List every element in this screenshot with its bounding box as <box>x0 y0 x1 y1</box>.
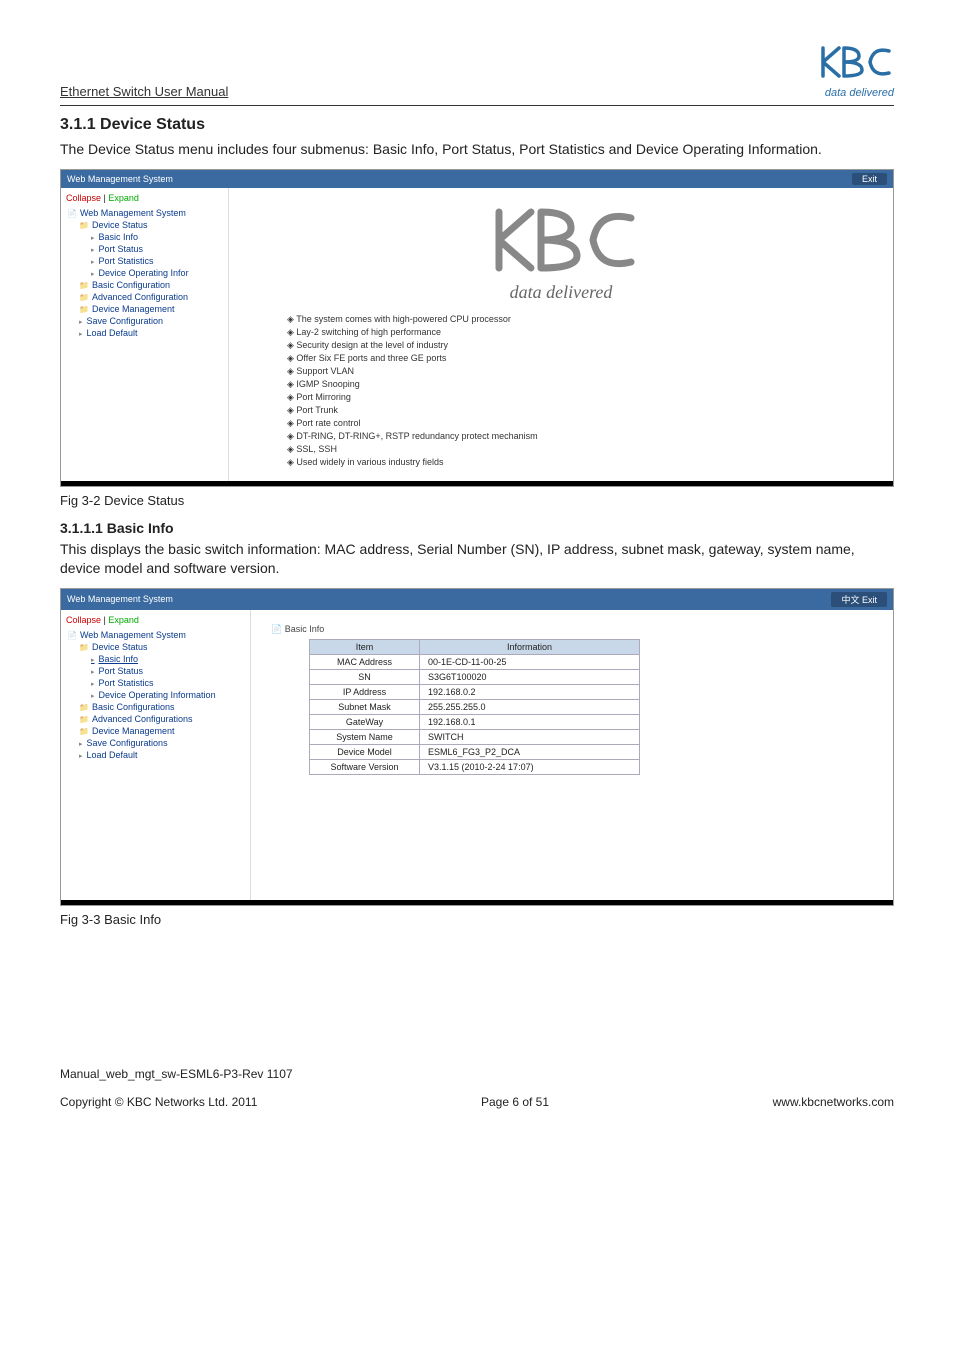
collapse-link[interactable]: Collapse <box>66 193 101 203</box>
tree-load-default[interactable]: Load Default <box>65 327 224 339</box>
screenshot-device-status: Web Management System Exit Collapse | Ex… <box>60 169 894 487</box>
table-row: Software VersionV3.1.15 (2010-2-24 17:07… <box>310 759 640 774</box>
tree-port-statistics[interactable]: Port Statistics <box>65 255 224 267</box>
tree-controls: Collapse | Expand <box>66 615 245 625</box>
subsection-title: 3.1.1.1 Basic Info <box>60 520 894 536</box>
feature-item: IGMP Snooping <box>287 378 538 391</box>
feature-item: DT-RING, DT-RING+, RSTP redundancy prote… <box>287 430 538 443</box>
table-header-item: Item <box>310 639 420 654</box>
tree-root[interactable]: Web Management System <box>65 207 224 219</box>
table-row: SNS3G6T100020 <box>310 669 640 684</box>
tree-basic-info[interactable]: Basic Info <box>65 653 246 665</box>
tree-save-config[interactable]: Save Configurations <box>65 737 246 749</box>
nav-tree-pane: Collapse | Expand Web Management System … <box>61 188 229 481</box>
header-divider <box>60 105 894 106</box>
tree-load-default[interactable]: Load Default <box>65 749 246 761</box>
tree-device-mgmt[interactable]: Device Management <box>65 303 224 315</box>
screenshot-footer-bar <box>61 900 893 905</box>
footer-page: Page 6 of 51 <box>481 1095 549 1109</box>
table-row: System NameSWITCH <box>310 729 640 744</box>
table-row: Device ModelESML6_FG3_P2_DCA <box>310 744 640 759</box>
welcome-content: data delivered The system comes with hig… <box>229 188 893 481</box>
section-intro: The Device Status menu includes four sub… <box>60 140 894 159</box>
tree-controls: Collapse | Expand <box>66 193 223 203</box>
feature-item: SSL, SSH <box>287 443 538 456</box>
feature-item: Offer Six FE ports and three GE ports <box>287 352 538 365</box>
feature-item: Port Mirroring <box>287 391 538 404</box>
page-footer: Manual_web_mgt_sw-ESML6-P3-Rev 1107 Copy… <box>60 1067 894 1109</box>
feature-item: Support VLAN <box>287 365 538 378</box>
tree-device-status[interactable]: Device Status <box>65 219 224 231</box>
feature-item: Port rate control <box>287 417 538 430</box>
tree-basic-config[interactable]: Basic Configurations <box>65 701 246 713</box>
wm-titlebar: Web Management System 中文 Exit <box>61 589 893 610</box>
tree-device-mgmt[interactable]: Device Management <box>65 725 246 737</box>
footer-url: www.kbcnetworks.com <box>773 1095 894 1109</box>
kbc-logo-icon <box>814 40 894 84</box>
page-header: Ethernet Switch User Manual data deliver… <box>60 40 894 99</box>
breadcrumb: Basic Info <box>269 622 875 639</box>
tree-device-status[interactable]: Device Status <box>65 641 246 653</box>
footer-manual-code: Manual_web_mgt_sw-ESML6-P3-Rev 1107 <box>60 1067 894 1081</box>
brand-tagline: data delivered <box>814 87 894 99</box>
nav-tree-pane: Collapse | Expand Web Management System … <box>61 610 251 900</box>
figure-caption-1: Fig 3-2 Device Status <box>60 493 894 508</box>
screenshot-basic-info: Web Management System 中文 Exit Collapse |… <box>60 588 894 906</box>
lang-exit-button[interactable]: 中文 Exit <box>831 592 887 607</box>
tree-basic-info[interactable]: Basic Info <box>65 231 224 243</box>
tree-device-operating[interactable]: Device Operating Information <box>65 689 246 701</box>
brand-logo-block: data delivered <box>814 40 894 99</box>
subsection-intro: This displays the basic switch informati… <box>60 540 894 578</box>
feature-item: Lay-2 switching of high performance <box>287 326 538 339</box>
tree-basic-config[interactable]: Basic Configuration <box>65 279 224 291</box>
welcome-tagline: data delivered <box>510 282 613 303</box>
tree-root[interactable]: Web Management System <box>65 629 246 641</box>
tree-port-status[interactable]: Port Status <box>65 665 246 677</box>
basic-info-table: Item Information MAC Address00-1E-CD-11-… <box>309 639 640 775</box>
table-header-info: Information <box>420 639 640 654</box>
tree-adv-config[interactable]: Advanced Configurations <box>65 713 246 725</box>
wm-title: Web Management System <box>67 174 173 184</box>
basic-info-content: Basic Info Item Information MAC Address0… <box>251 610 893 900</box>
tree-port-status[interactable]: Port Status <box>65 243 224 255</box>
footer-copyright: Copyright © KBC Networks Ltd. 2011 <box>60 1095 257 1109</box>
tree-save-config[interactable]: Save Configuration <box>65 315 224 327</box>
feature-item: The system comes with high-powered CPU p… <box>287 313 538 326</box>
table-row: IP Address192.168.0.2 <box>310 684 640 699</box>
section-title: 3.1.1 Device Status <box>60 116 894 134</box>
table-row: GateWay192.168.0.1 <box>310 714 640 729</box>
table-row: Subnet Mask255.255.255.0 <box>310 699 640 714</box>
expand-link[interactable]: Expand <box>108 193 139 203</box>
manual-title: Ethernet Switch User Manual <box>60 84 228 99</box>
wm-title: Web Management System <box>67 594 173 604</box>
feature-item: Security design at the level of industry <box>287 339 538 352</box>
feature-item: Port Trunk <box>287 404 538 417</box>
collapse-link[interactable]: Collapse <box>66 615 101 625</box>
exit-button[interactable]: Exit <box>852 173 887 185</box>
kbc-logo-large-icon <box>481 200 641 280</box>
tree-adv-config[interactable]: Advanced Configuration <box>65 291 224 303</box>
wm-titlebar: Web Management System Exit <box>61 170 893 188</box>
feature-item: Used widely in various industry fields <box>287 456 538 469</box>
tree-device-operating[interactable]: Device Operating Infor <box>65 267 224 279</box>
figure-caption-2: Fig 3-3 Basic Info <box>60 912 894 927</box>
expand-link[interactable]: Expand <box>108 615 139 625</box>
tree-port-statistics[interactable]: Port Statistics <box>65 677 246 689</box>
feature-list: The system comes with high-powered CPU p… <box>247 313 538 469</box>
table-row: MAC Address00-1E-CD-11-00-25 <box>310 654 640 669</box>
screenshot-footer-bar <box>61 481 893 486</box>
